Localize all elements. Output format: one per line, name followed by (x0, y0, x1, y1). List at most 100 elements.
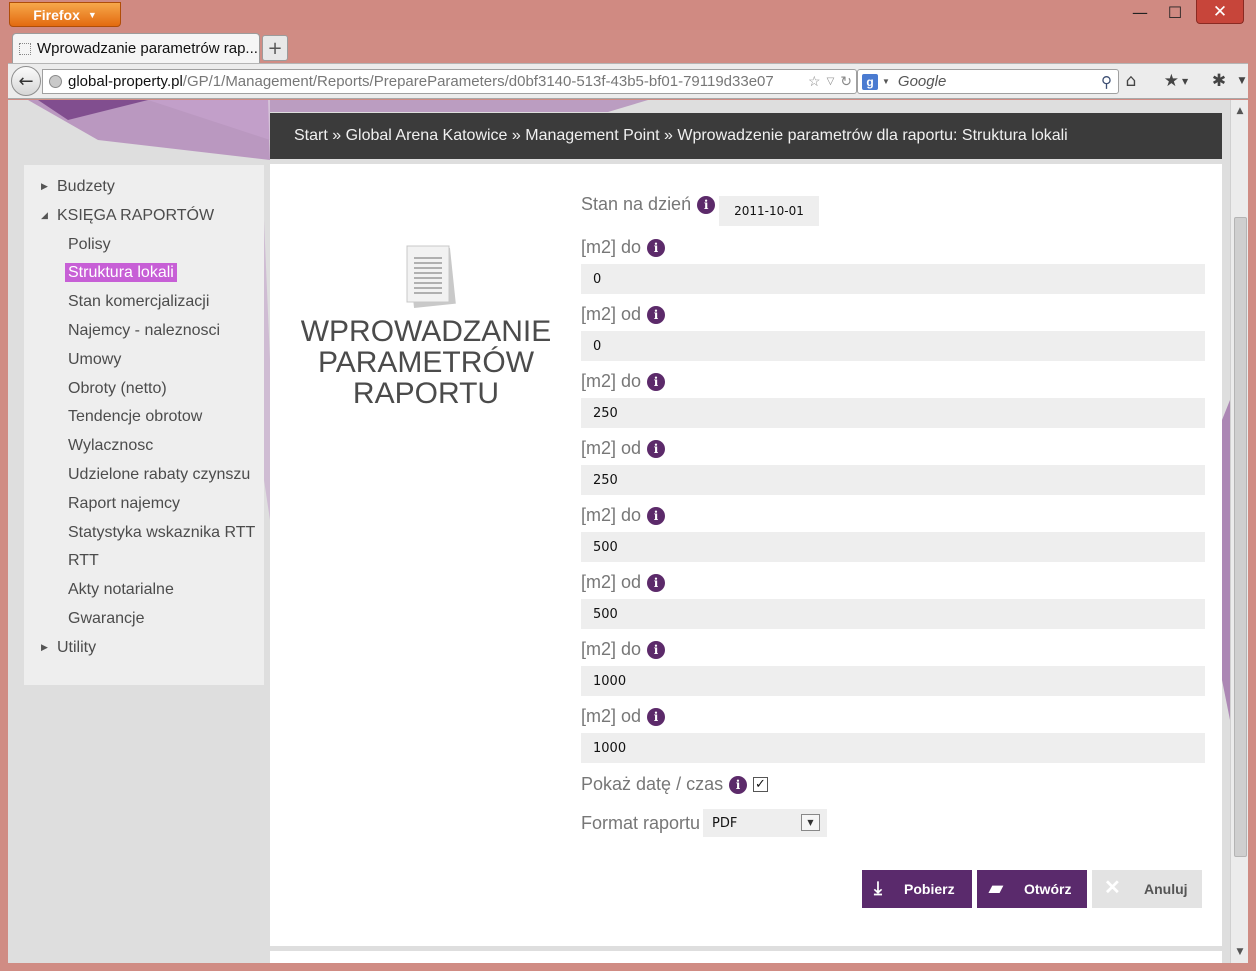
param-input[interactable]: 1000 (581, 733, 1205, 763)
info-icon[interactable]: i (647, 439, 666, 458)
home-icon[interactable]: ⌂ (1120, 68, 1142, 94)
sidebar-item-label: Najemcy - naleznosci (68, 322, 221, 339)
info-icon[interactable]: i (647, 372, 666, 391)
collapsed-triangle-icon[interactable]: ▶ (41, 642, 48, 653)
sidebar-item-obroty-netto[interactable]: Obroty (netto) (68, 380, 167, 398)
google-engine-icon[interactable]: g (862, 73, 878, 90)
download-icon: ⤓ (874, 878, 882, 898)
sidebar-item-wylacznosc[interactable]: Wylacznosc (68, 437, 153, 455)
show-date-label-text: Pokaż datę / czas (581, 774, 724, 794)
tab-title: Wprowadzanie parametrów rap... (37, 40, 258, 57)
sidebar-item-budzety[interactable]: ▶ Budzety (41, 178, 115, 196)
back-button[interactable]: ← (11, 66, 41, 96)
sidebar-item-raport-najemcy[interactable]: Raport najemcy (68, 495, 180, 513)
info-icon[interactable]: i (647, 640, 666, 659)
reload-icon[interactable]: ↻ (840, 73, 852, 90)
cancel-button[interactable]: ✕ Anuluj (1092, 870, 1202, 908)
info-icon[interactable]: i (647, 506, 666, 525)
sidebar-item-gwarancje[interactable]: Gwarancje (68, 610, 144, 628)
sidebar-item-label: RTT (68, 552, 99, 569)
param-input[interactable]: 0 (581, 331, 1205, 361)
info-icon[interactable]: i (697, 195, 716, 214)
sidebar-item-rtt[interactable]: RTT (68, 552, 99, 570)
sidebar-item-umowy[interactable]: Umowy (68, 351, 121, 369)
param-label-text: [m2] do (581, 237, 642, 257)
search-icon[interactable]: ⚲ (1101, 73, 1112, 91)
sidebar-item-stan-komercjalizacji[interactable]: Stan komercjalizacji (68, 293, 209, 311)
sidebar-item-struktura-lokali[interactable]: Struktura lokali (65, 263, 177, 282)
format-selected-value: PDF (712, 815, 738, 831)
maximize-button[interactable]: ☐ (1160, 0, 1190, 24)
history-dropdown-icon[interactable]: ▽ (827, 76, 835, 87)
sidebar-item-label: Umowy (68, 351, 122, 368)
search-bar[interactable]: g ▼ Google ⚲ (857, 69, 1119, 94)
info-icon[interactable]: i (647, 573, 666, 592)
param-label: [m2] do i (581, 237, 666, 258)
url-path: /GP/1/Management/Reports/PrepareParamete… (182, 73, 774, 90)
firefox-menu-button[interactable]: Firefox ▼ (9, 2, 121, 27)
engine-dropdown-icon[interactable]: ▼ (882, 77, 890, 86)
sidebar-item-label: Udzielone rabaty czynszu (68, 466, 251, 483)
sidebar-item-ksiega-raportow[interactable]: ◢ KSIĘGA RAPORTÓW (41, 207, 215, 225)
bookmark-star-icon[interactable]: ☆ (808, 73, 821, 90)
download-button[interactable]: ⤓ Pobierz (862, 870, 972, 908)
param-label: [m2] od i (581, 572, 666, 593)
info-icon[interactable]: i (647, 707, 666, 726)
addon-icon[interactable]: ✱ (1206, 68, 1232, 94)
info-icon[interactable]: i (647, 305, 666, 324)
collapsed-triangle-icon[interactable]: ▶ (41, 181, 48, 192)
scroll-up-icon[interactable]: ▲ (1231, 102, 1249, 120)
search-placeholder: Google (897, 73, 947, 90)
param-label: [m2] od i (581, 438, 666, 459)
bookmarks-menu-icon[interactable]: ★ ▼ (1156, 68, 1196, 94)
sidebar-item-label: Polisy (68, 236, 111, 253)
param-label-text: [m2] od (581, 706, 642, 726)
param-label-text: [m2] od (581, 438, 642, 458)
scroll-down-icon[interactable]: ▼ (1231, 943, 1249, 961)
close-icon: ✕ (1104, 877, 1121, 899)
show-date-checkbox[interactable]: ✓ (753, 777, 768, 792)
param-input[interactable]: 1000 (581, 666, 1205, 696)
sidebar-item-tendencje-obrotow[interactable]: Tendencje obrotow (68, 408, 202, 426)
report-parameters-panel: WPROWADZANIE PARAMETRÓW RAPORTU Stan na … (270, 164, 1222, 946)
sidebar-item-utility[interactable]: ▶ Utility (41, 639, 96, 657)
browser-tab[interactable]: Wprowadzanie parametrów rap... (12, 33, 260, 63)
sidebar-item-label: KSIĘGA RAPORTÓW (57, 207, 215, 224)
show-date-label: Pokaż datę / czas i (581, 774, 748, 795)
sidebar-item-najemcy-naleznosci[interactable]: Najemcy - naleznosci (68, 322, 220, 340)
firefox-menu-label: Firefox (33, 6, 80, 23)
sidebar-item-polisy[interactable]: Polisy (68, 236, 111, 254)
sidebar-item-akty-notarialne[interactable]: Akty notarialne (68, 581, 174, 599)
param-input[interactable]: 0 (581, 264, 1205, 294)
document-icon (406, 245, 456, 309)
info-icon[interactable]: i (729, 775, 748, 794)
sidebar-item-statystyka-wskaznika-rtt[interactable]: Statystyka wskaznika RTT (68, 524, 255, 542)
page-viewport: ▶ Budzety ◢ KSIĘGA RAPORTÓW Polisy Struktura … (8, 100, 1230, 963)
new-tab-button[interactable]: + (262, 35, 288, 61)
param-label-text: [m2] od (581, 572, 642, 592)
param-input[interactable]: 500 (581, 599, 1205, 629)
close-window-button[interactable]: ✕ (1196, 0, 1244, 24)
toolbar-overflow-icon[interactable]: ▼ (1236, 68, 1248, 94)
format-select[interactable]: PDF ▼ (703, 809, 827, 837)
site-identity-icon[interactable] (49, 75, 62, 88)
vertical-scrollbar[interactable]: ▲ ▼ (1230, 100, 1248, 963)
expanded-triangle-icon[interactable]: ◢ (41, 210, 48, 221)
address-bar[interactable]: global-property.pl/GP/1/Management/Repor… (42, 69, 857, 94)
sidebar-item-label: Stan komercjalizacji (68, 293, 210, 310)
urlbar-actions: ☆ ▽ ↻ (802, 70, 852, 93)
param-input[interactable]: 500 (581, 532, 1205, 562)
navigation-toolbar: ← global-property.pl/GP/1/Management/Rep… (8, 63, 1248, 99)
sidebar-nav: ▶ Budzety ◢ KSIĘGA RAPORTÓW Polisy Struktura … (24, 165, 264, 685)
scrollbar-thumb[interactable] (1234, 217, 1247, 857)
param-label-text: [m2] do (581, 371, 642, 391)
param-input[interactable]: 250 (581, 465, 1205, 495)
info-icon[interactable]: i (647, 238, 666, 257)
minimize-button[interactable]: — (1129, 0, 1151, 24)
open-button[interactable]: ▰ Otwórz (977, 870, 1087, 908)
folder-open-icon: ▰ (989, 878, 1003, 898)
stan-date-field[interactable]: 2011-10-01 (719, 196, 819, 226)
sidebar-item-udzielone-rabaty-czynszu[interactable]: Udzielone rabaty czynszu (68, 466, 250, 484)
chevron-down-icon[interactable]: ▼ (801, 814, 820, 831)
param-input[interactable]: 250 (581, 398, 1205, 428)
